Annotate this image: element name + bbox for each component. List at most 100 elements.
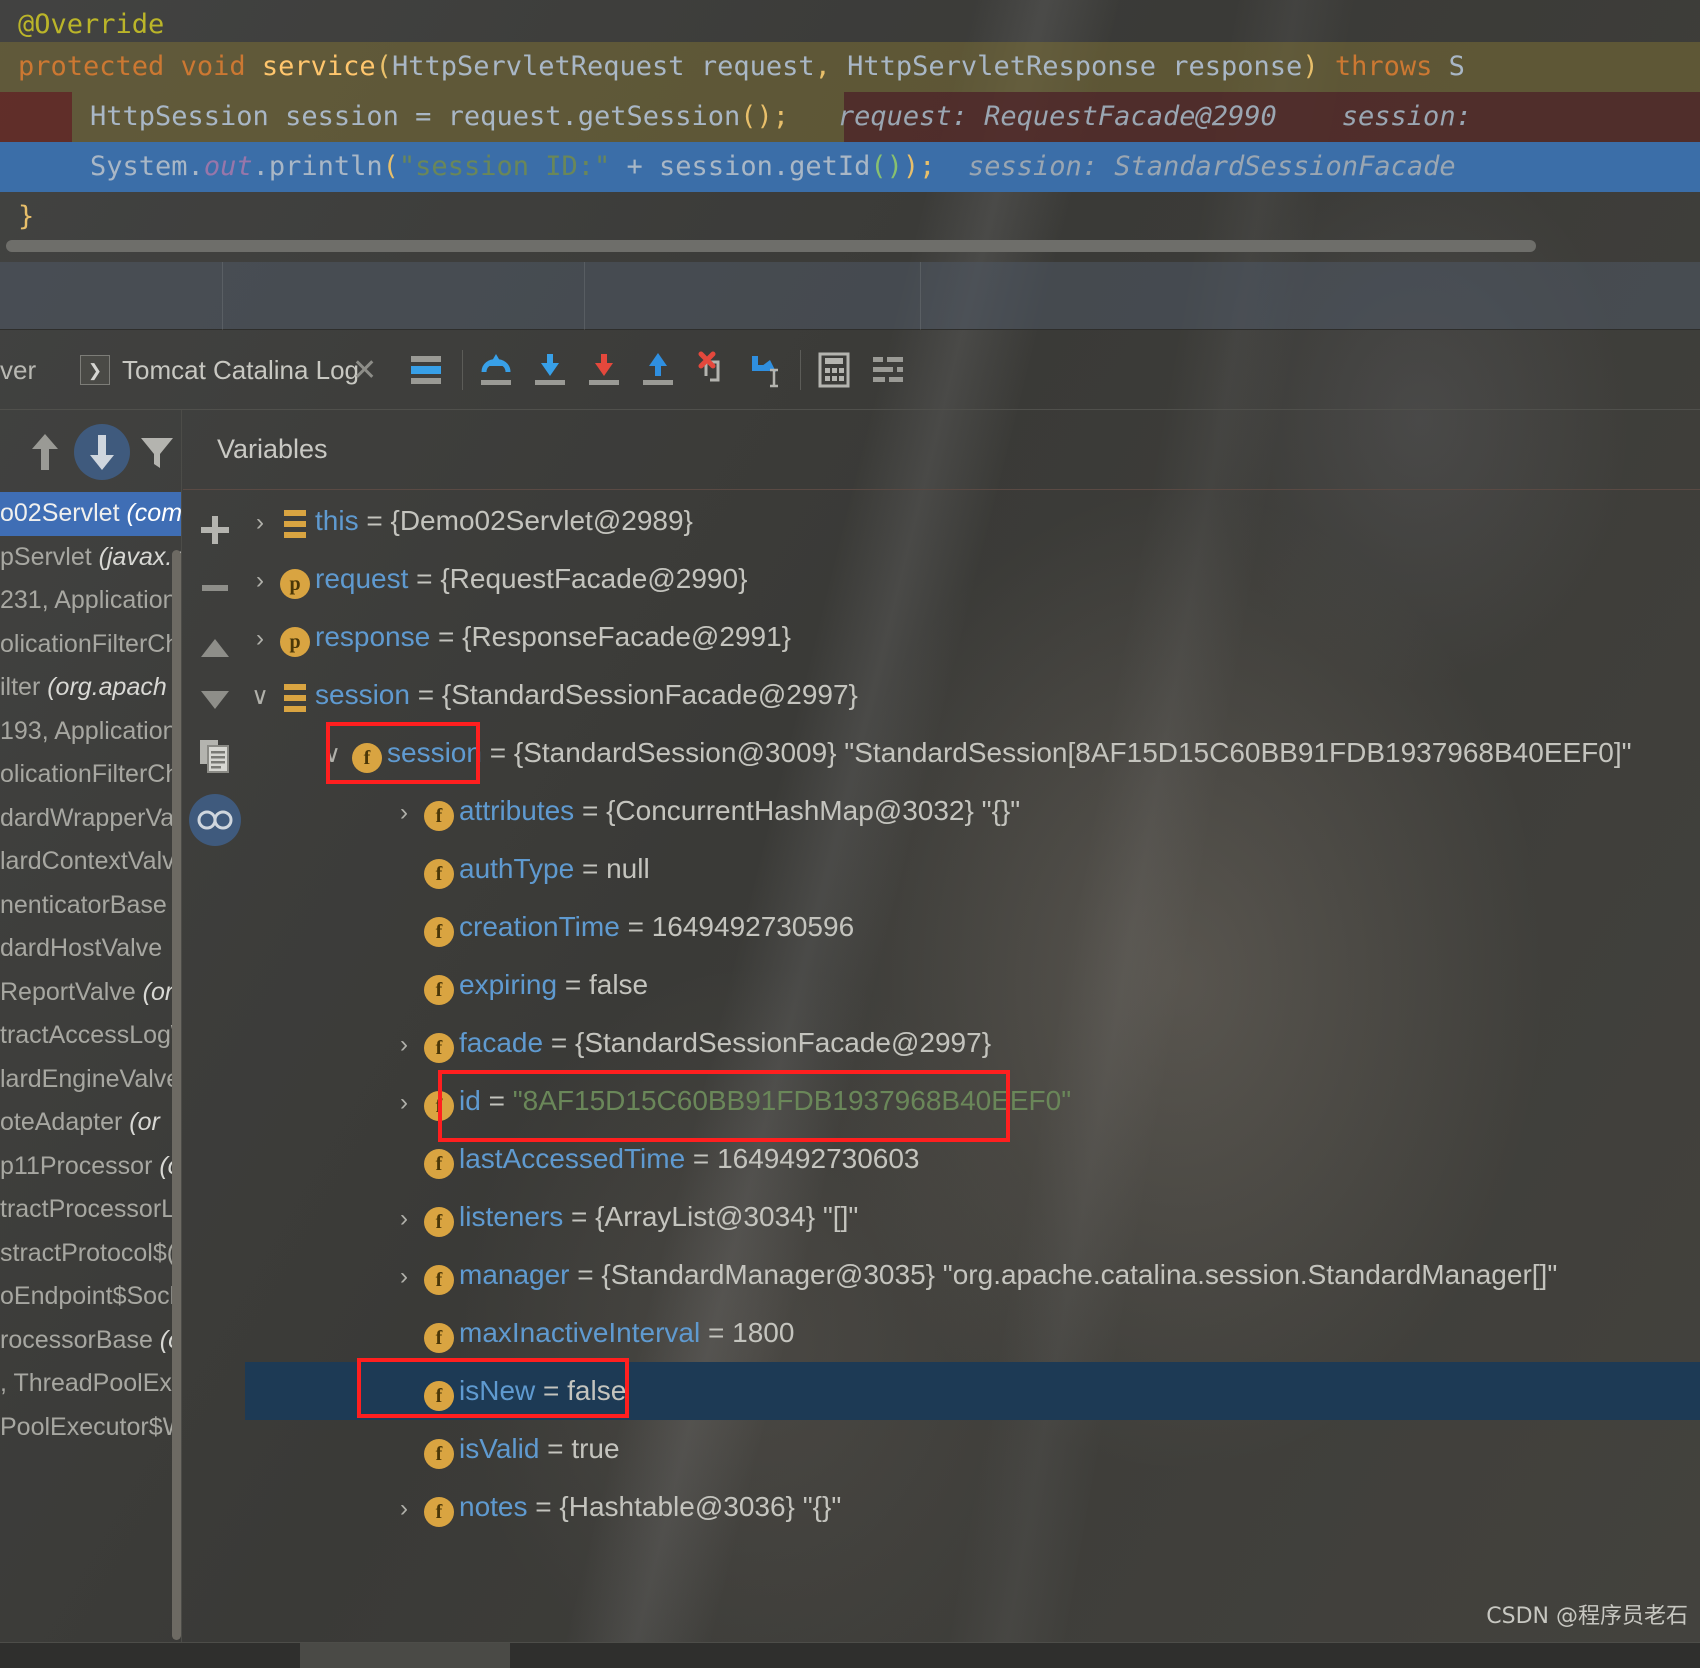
step-into-button[interactable] (528, 330, 572, 410)
layout-settings-button[interactable] (866, 330, 910, 410)
variable-row[interactable]: ∨ session = {StandardSessionFacade@2997} (245, 666, 1700, 724)
tab-divider-2 (584, 262, 585, 330)
variable-row[interactable]: ∨ f session = {StandardSession@3009} "Stan… (245, 724, 1700, 782)
chevron-right-icon[interactable]: › (245, 610, 275, 668)
chevron-right-icon[interactable]: › (389, 1480, 419, 1538)
frame-row[interactable]: tractAccessLog\ (0, 1014, 181, 1058)
frame-row-label: stractProtocol$( (0, 1238, 176, 1267)
variable-row[interactable]: › p request = {RequestFacade@2990} (245, 550, 1700, 608)
frame-row[interactable]: ReportValve (or (0, 971, 181, 1015)
run-to-cursor-button[interactable] (744, 330, 792, 410)
next-frame-button[interactable] (74, 424, 130, 480)
variables-title: Variables (217, 434, 328, 464)
frame-row-label: dardWrapperVa (0, 803, 175, 832)
frame-row[interactable]: o02Servlet (com (0, 492, 181, 536)
frame-row[interactable]: , ThreadPoolExe (0, 1362, 181, 1406)
assign-operator: = (415, 101, 432, 132)
filter-frames-button[interactable] (132, 428, 181, 478)
force-step-into-button[interactable] (582, 330, 626, 410)
drop-frame-button[interactable] (690, 330, 734, 410)
chevron-right-icon[interactable]: › (389, 1016, 419, 1074)
frame-row[interactable]: stractProtocol$( (0, 1232, 181, 1276)
variable-row[interactable]: f authType = null (245, 840, 1700, 898)
move-up-button[interactable] (195, 628, 235, 668)
variable-row[interactable]: › this = {Demo02Servlet@2989} (245, 492, 1700, 550)
frame-row[interactable]: oteAdapter (or (0, 1101, 181, 1145)
chevron-right-icon[interactable]: › (245, 494, 275, 552)
add-watch-button[interactable] (195, 510, 235, 550)
chevron-right-icon[interactable]: › (389, 1248, 419, 1306)
tab-tomcat-catalina-log[interactable]: ❯ Tomcat Catalina Log (80, 330, 359, 410)
frame-row-label: dardHostValve (0, 934, 163, 962)
chevron-right-icon[interactable]: › (389, 1074, 419, 1132)
execution-point-icon (411, 356, 441, 384)
tool-window-tab-strip[interactable] (0, 262, 1700, 330)
code-line-println[interactable]: System.out.println("session ID:" + sessi… (0, 142, 1700, 192)
frame-row-label: p11Processor (0, 1151, 160, 1180)
server-tab-label-truncated[interactable]: ver (0, 330, 36, 410)
variable-row[interactable]: › p response = {ResponseFacade@2991} (245, 608, 1700, 666)
variables-header: Variables (183, 410, 1700, 490)
code-line-get-session[interactable]: HttpSession session = request.getSession… (0, 92, 1700, 142)
field-badge-icon: f (419, 842, 459, 900)
frame-row[interactable]: dardHostValve (0, 927, 181, 971)
code-line-close-brace[interactable]: } (0, 192, 1700, 242)
evaluate-expression-button[interactable] (812, 330, 856, 410)
variable-name: isNew (459, 1375, 536, 1406)
copy-value-button[interactable] (195, 736, 235, 776)
frame-row[interactable]: ilter (org.apach (0, 666, 181, 710)
frame-row[interactable]: rocessorBase (o (0, 1319, 181, 1363)
frames-scrollbar[interactable] (172, 550, 181, 1640)
show-execution-point-button[interactable] (404, 330, 448, 410)
frame-row[interactable]: lardContextValv (0, 840, 181, 884)
frame-row[interactable]: PoolExecutor$W (0, 1406, 181, 1450)
variable-row[interactable]: › f notes = {Hashtable@3036} "{}" (245, 1478, 1700, 1536)
variable-row[interactable]: f expiring = false (245, 956, 1700, 1014)
inspect-button[interactable] (189, 794, 241, 846)
frames-toolbar[interactable] (0, 410, 181, 492)
code-editor[interactable]: @Override protected void service(HttpSer… (0, 0, 1700, 258)
frame-row[interactable]: 193, Application (0, 710, 181, 754)
variable-row[interactable]: f lastAccessedTime = 1649492730603 (245, 1130, 1700, 1188)
variables-panel[interactable]: Variables › this = {Demo02Servlet@2989} … (183, 410, 1700, 1668)
chevron-right-icon[interactable]: › (245, 552, 275, 610)
frame-row[interactable]: oEndpoint$Sock (0, 1275, 181, 1319)
frame-row[interactable]: tractProcessorLi (0, 1188, 181, 1232)
variable-row[interactable]: › f attributes = {ConcurrentHashMap@3032} … (245, 782, 1700, 840)
variable-row[interactable]: f isValid = true (245, 1420, 1700, 1478)
variable-row[interactable]: › f listeners = {ArrayList@3034} "[]" (245, 1188, 1700, 1246)
remove-watch-button[interactable] (195, 568, 235, 608)
variable-row[interactable]: f maxInactiveInterval = 1800 (245, 1304, 1700, 1362)
close-icon[interactable]: ✕ (352, 330, 377, 410)
frame-row[interactable]: p11Processor (o (0, 1145, 181, 1189)
frame-row[interactable]: dardWrapperVa (0, 797, 181, 841)
frame-row[interactable]: nenticatorBase ( (0, 884, 181, 928)
variable-row[interactable]: f isNew = false (245, 1362, 1700, 1420)
frames-list[interactable]: o02Servlet (com pServlet (javax.s 231, App… (0, 492, 181, 1668)
variable-string-value: "StandardSession[8AF15D15C60BB91FDB19379… (844, 737, 1632, 768)
variable-row[interactable]: › f manager = {StandardManager@3035} "org.… (245, 1246, 1700, 1304)
move-down-button[interactable] (195, 680, 235, 720)
variable-name: creationTime (459, 911, 620, 942)
frames-panel[interactable]: o02Servlet (com pServlet (javax.s 231, App… (0, 410, 182, 1668)
variable-row[interactable]: › f id = "8AF15D15C60BB91FDB1937968B40EEF0… (245, 1072, 1700, 1130)
variable-row[interactable]: › f facade = {StandardSessionFacade@2997} (245, 1014, 1700, 1072)
previous-frame-button[interactable] (20, 428, 70, 478)
frame-row[interactable]: 231, Application (0, 579, 181, 623)
editor-horizontal-scrollbar[interactable] (6, 240, 1536, 252)
variables-side-toolbar[interactable] (183, 492, 245, 1252)
variables-tree[interactable]: › this = {Demo02Servlet@2989} › p request = … (245, 492, 1700, 1668)
chevron-down-icon[interactable]: ∨ (245, 668, 275, 726)
chevron-down-icon[interactable]: ∨ (317, 726, 347, 784)
frame-row[interactable]: olicationFilterCh (0, 623, 181, 667)
frame-row[interactable]: pServlet (javax.s (0, 536, 181, 580)
step-out-button[interactable] (636, 330, 680, 410)
debug-toolbar[interactable]: ver ❯ Tomcat Catalina Log ✕ (0, 330, 1700, 410)
chevron-right-icon[interactable]: › (389, 784, 419, 842)
variable-row[interactable]: f creationTime = 1649492730596 (245, 898, 1700, 956)
chevron-right-icon[interactable]: › (389, 1190, 419, 1248)
code-line-signature[interactable]: protected void service(HttpServletReques… (0, 42, 1700, 92)
frame-row[interactable]: olicationFilterCh (0, 753, 181, 797)
step-over-button[interactable] (474, 330, 518, 410)
frame-row[interactable]: lardEngineValve (0, 1058, 181, 1102)
